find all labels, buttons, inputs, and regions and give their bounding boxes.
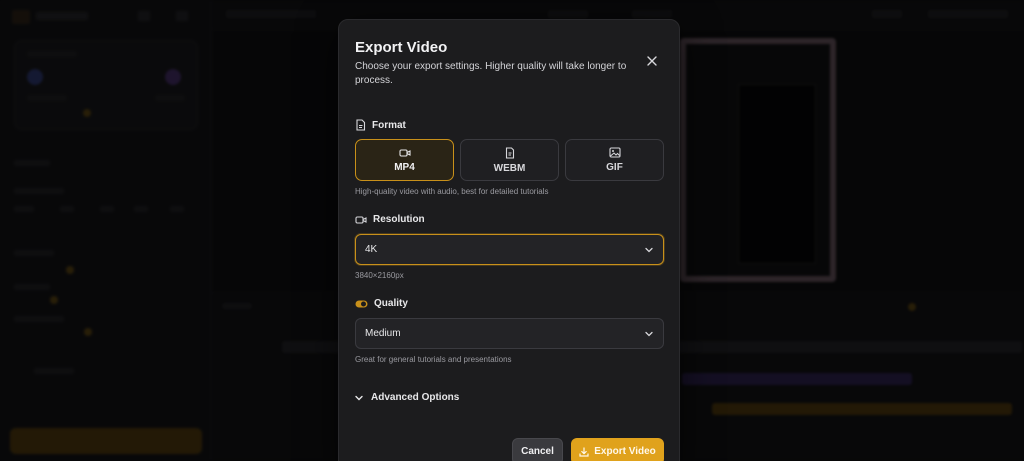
- close-icon: [647, 56, 657, 66]
- close-button[interactable]: [643, 52, 661, 70]
- advanced-options-label: Advanced Options: [371, 392, 460, 403]
- advanced-options-toggle[interactable]: Advanced Options: [355, 392, 459, 403]
- video-camera-icon: [398, 148, 411, 157]
- format-section-heading: Format: [355, 119, 406, 131]
- export-video-button[interactable]: Export Video: [571, 438, 664, 461]
- format-option-label: GIF: [606, 162, 623, 173]
- video-camera-icon: [355, 215, 367, 224]
- dialog-title: Export Video: [355, 39, 448, 56]
- quality-label: Quality: [374, 298, 408, 309]
- format-label: Format: [372, 119, 406, 131]
- download-icon: [579, 446, 589, 457]
- quality-hint: Great for general tutorials and presenta…: [355, 355, 512, 364]
- resolution-value: 4K: [365, 244, 378, 255]
- export-video-label: Export Video: [594, 446, 656, 457]
- format-option-webm[interactable]: WEBM: [460, 139, 559, 181]
- toggle-icon: [355, 300, 368, 307]
- format-hint: High-quality video with audio, best for …: [355, 187, 549, 196]
- resolution-label: Resolution: [373, 214, 425, 225]
- file-icon: [356, 119, 366, 131]
- quality-section-heading: Quality: [355, 298, 408, 309]
- resolution-section-heading: Resolution: [355, 214, 425, 225]
- document-icon: [505, 146, 514, 159]
- chevron-down-icon: [645, 331, 653, 336]
- chevron-down-icon: [355, 395, 363, 400]
- dialog-description: Choose your export settings. Higher qual…: [355, 61, 627, 86]
- format-options: MP4 WEBM GIF: [355, 139, 664, 181]
- chevron-down-icon: [645, 247, 653, 252]
- resolution-select[interactable]: 4K: [355, 234, 664, 265]
- format-option-label: WEBM: [493, 162, 526, 174]
- cancel-button[interactable]: Cancel: [512, 438, 563, 461]
- resolution-hint: 3840×2160px: [355, 271, 404, 280]
- export-video-dialog: Export Video Choose your export settings…: [338, 19, 680, 461]
- quality-select[interactable]: Medium: [355, 318, 664, 349]
- format-option-label: MP4: [394, 161, 415, 173]
- format-option-mp4[interactable]: MP4: [355, 139, 454, 181]
- quality-value: Medium: [365, 328, 401, 339]
- format-option-gif[interactable]: GIF: [565, 139, 664, 181]
- image-icon: [608, 147, 621, 158]
